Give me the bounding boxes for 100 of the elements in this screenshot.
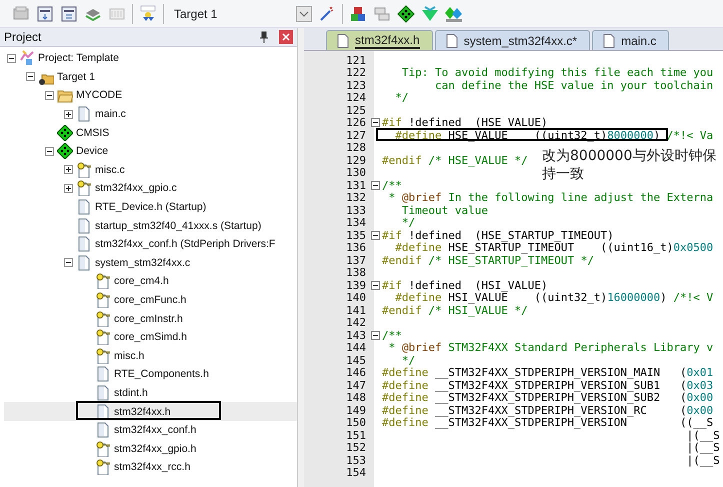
diamond-icon: [57, 124, 73, 141]
line-number: 121: [345, 54, 366, 67]
pin-icon[interactable]: [259, 31, 269, 43]
tree-item[interactable]: stm32f4xx_conf.h (StdPeriph Drivers:F: [4, 234, 297, 254]
collapse-icon[interactable]: [371, 118, 380, 128]
line-number: 123: [345, 78, 366, 92]
code-line: |(__S: [686, 441, 720, 454]
code-line: #if !defined (HSI_VALUE): [382, 278, 548, 292]
file-icon: [76, 236, 92, 252]
tree-item[interactable]: system_stm32f4xx.c: [4, 254, 297, 272]
line-number: 145: [345, 354, 366, 367]
expand-icon[interactable]: [64, 184, 73, 193]
target-dropdown[interactable]: Target 1: [170, 4, 312, 22]
line-number: 149: [345, 404, 366, 417]
collapse-icon[interactable]: [7, 54, 16, 63]
editor-tab[interactable]: main.c: [592, 30, 670, 50]
line-number: 146: [345, 366, 366, 380]
collapse-icon[interactable]: [371, 230, 380, 240]
line-number: 150: [345, 416, 366, 430]
file-key-icon: [95, 310, 111, 327]
build-icon[interactable]: [36, 4, 54, 22]
diamonds-icon[interactable]: [445, 4, 463, 22]
line-number: 144: [345, 341, 366, 354]
tree-item[interactable]: core_cmSimd.h: [4, 328, 297, 346]
line-number: 138: [345, 266, 366, 280]
file-icon: [337, 34, 349, 48]
tree-item[interactable]: stm32f4xx_rcc.h: [4, 458, 297, 477]
code-line: /**: [382, 178, 402, 192]
line-number: 151: [345, 428, 366, 442]
file-icon: [446, 34, 458, 48]
close-icon[interactable]: [279, 30, 293, 44]
project-icon: [19, 50, 35, 66]
code-line: #define __STM32F4XX_STDPERIPH_VERSION_MAIN (0x01: [382, 366, 714, 380]
tree-item[interactable]: stdint.h: [4, 384, 297, 402]
line-number: 134: [345, 216, 366, 230]
wand-icon[interactable]: [318, 4, 336, 22]
file-key-icon: [76, 162, 92, 178]
tree-item[interactable]: MYCODE: [76, 89, 122, 102]
line-number: 142: [345, 316, 366, 330]
collapse-icon[interactable]: [371, 280, 380, 290]
load-icon[interactable]: [139, 4, 157, 22]
diamond-icon[interactable]: [397, 4, 415, 22]
line-number: 137: [345, 254, 366, 267]
tree-item[interactable]: Target 1: [57, 70, 95, 83]
collapse-icon[interactable]: [45, 146, 54, 156]
windows-icon[interactable]: [373, 4, 391, 22]
code-line: */: [400, 216, 416, 230]
tree-item[interactable]: misc.c: [4, 160, 297, 180]
tree-item[interactable]: RTE_Components.h: [4, 365, 297, 384]
annotation-text: 改为8000000与外设时钟保持一致: [542, 147, 718, 183]
tree-item[interactable]: RTE_Device.h (Startup): [4, 198, 297, 216]
tree-item[interactable]: CMSIS: [76, 126, 110, 139]
line-number: 136: [345, 241, 366, 254]
tree-item[interactable]: core_cm4.h: [4, 272, 297, 291]
tree-item[interactable]: misc.h: [4, 346, 297, 366]
file-key-icon: [95, 440, 111, 457]
collapse-icon[interactable]: [45, 90, 54, 100]
tree-item[interactable]: stm32f4xx_conf.h: [4, 420, 297, 440]
collapse-icon[interactable]: [64, 258, 73, 268]
tree-item[interactable]: stm32f4xx_gpio.c: [4, 179, 297, 198]
collapse-icon[interactable]: [371, 330, 380, 340]
tree-item[interactable]: stm32f4xx.h: [4, 402, 297, 421]
blocks-icon[interactable]: [349, 4, 367, 22]
code-line: #define __STM32F4XX_STDPERIPH_VERSION ((__S: [382, 416, 714, 430]
file-icon: [95, 366, 111, 382]
editor-tab[interactable]: system_stm32f4xx.c*: [434, 30, 590, 50]
panel-title: Project: [4, 30, 42, 44]
line-number: 135: [345, 228, 366, 242]
rebuild-icon[interactable]: [60, 4, 78, 22]
tree-item[interactable]: core_cmInstr.h: [4, 309, 297, 328]
code-line: * @brief STM32F4XX Standard Peripherals Library v: [388, 341, 714, 354]
file-key-icon: [95, 459, 111, 476]
line-number: 140: [345, 291, 366, 304]
code-line: #if !defined (HSE_VALUE): [382, 116, 548, 130]
code-line: #define __STM32F4XX_STDPERIPH_VERSION_RC (0x00: [382, 404, 714, 417]
file-key-icon: [95, 329, 111, 346]
tree-item[interactable]: stm32f4xx_gpio.h: [4, 439, 297, 458]
line-number: 124: [345, 91, 366, 104]
tree-item[interactable]: Project: Template: [38, 52, 119, 64]
tree-item[interactable]: core_cmFunc.h: [4, 290, 297, 310]
code-line: #endif /* HSE_VALUE */: [382, 154, 528, 167]
file-icon: [95, 422, 111, 438]
collapse-icon[interactable]: [26, 72, 35, 82]
tree-item[interactable]: main.c: [4, 104, 297, 124]
stack-icon[interactable]: [12, 4, 30, 22]
line-number: 148: [345, 391, 366, 404]
line-number: 152: [345, 441, 366, 454]
collapse-icon[interactable]: [371, 180, 380, 190]
code-line: */: [400, 354, 416, 367]
line-number: 129: [345, 154, 366, 167]
code-line: #if !defined (HSE_STARTUP_TIMEOUT): [382, 228, 614, 242]
line-number: 133: [345, 204, 366, 217]
code-line: |(__S: [686, 428, 720, 442]
tree-item[interactable]: Device: [76, 145, 108, 158]
code-line: */: [394, 91, 408, 104]
expand-icon[interactable]: [64, 165, 73, 174]
line-number: 153: [345, 454, 366, 467]
editor-tab[interactable]: stm32f4xx.h: [326, 30, 433, 50]
tree-item[interactable]: startup_stm32f40_41xxx.s (Startup): [4, 216, 297, 235]
expand-icon[interactable]: [64, 110, 73, 119]
